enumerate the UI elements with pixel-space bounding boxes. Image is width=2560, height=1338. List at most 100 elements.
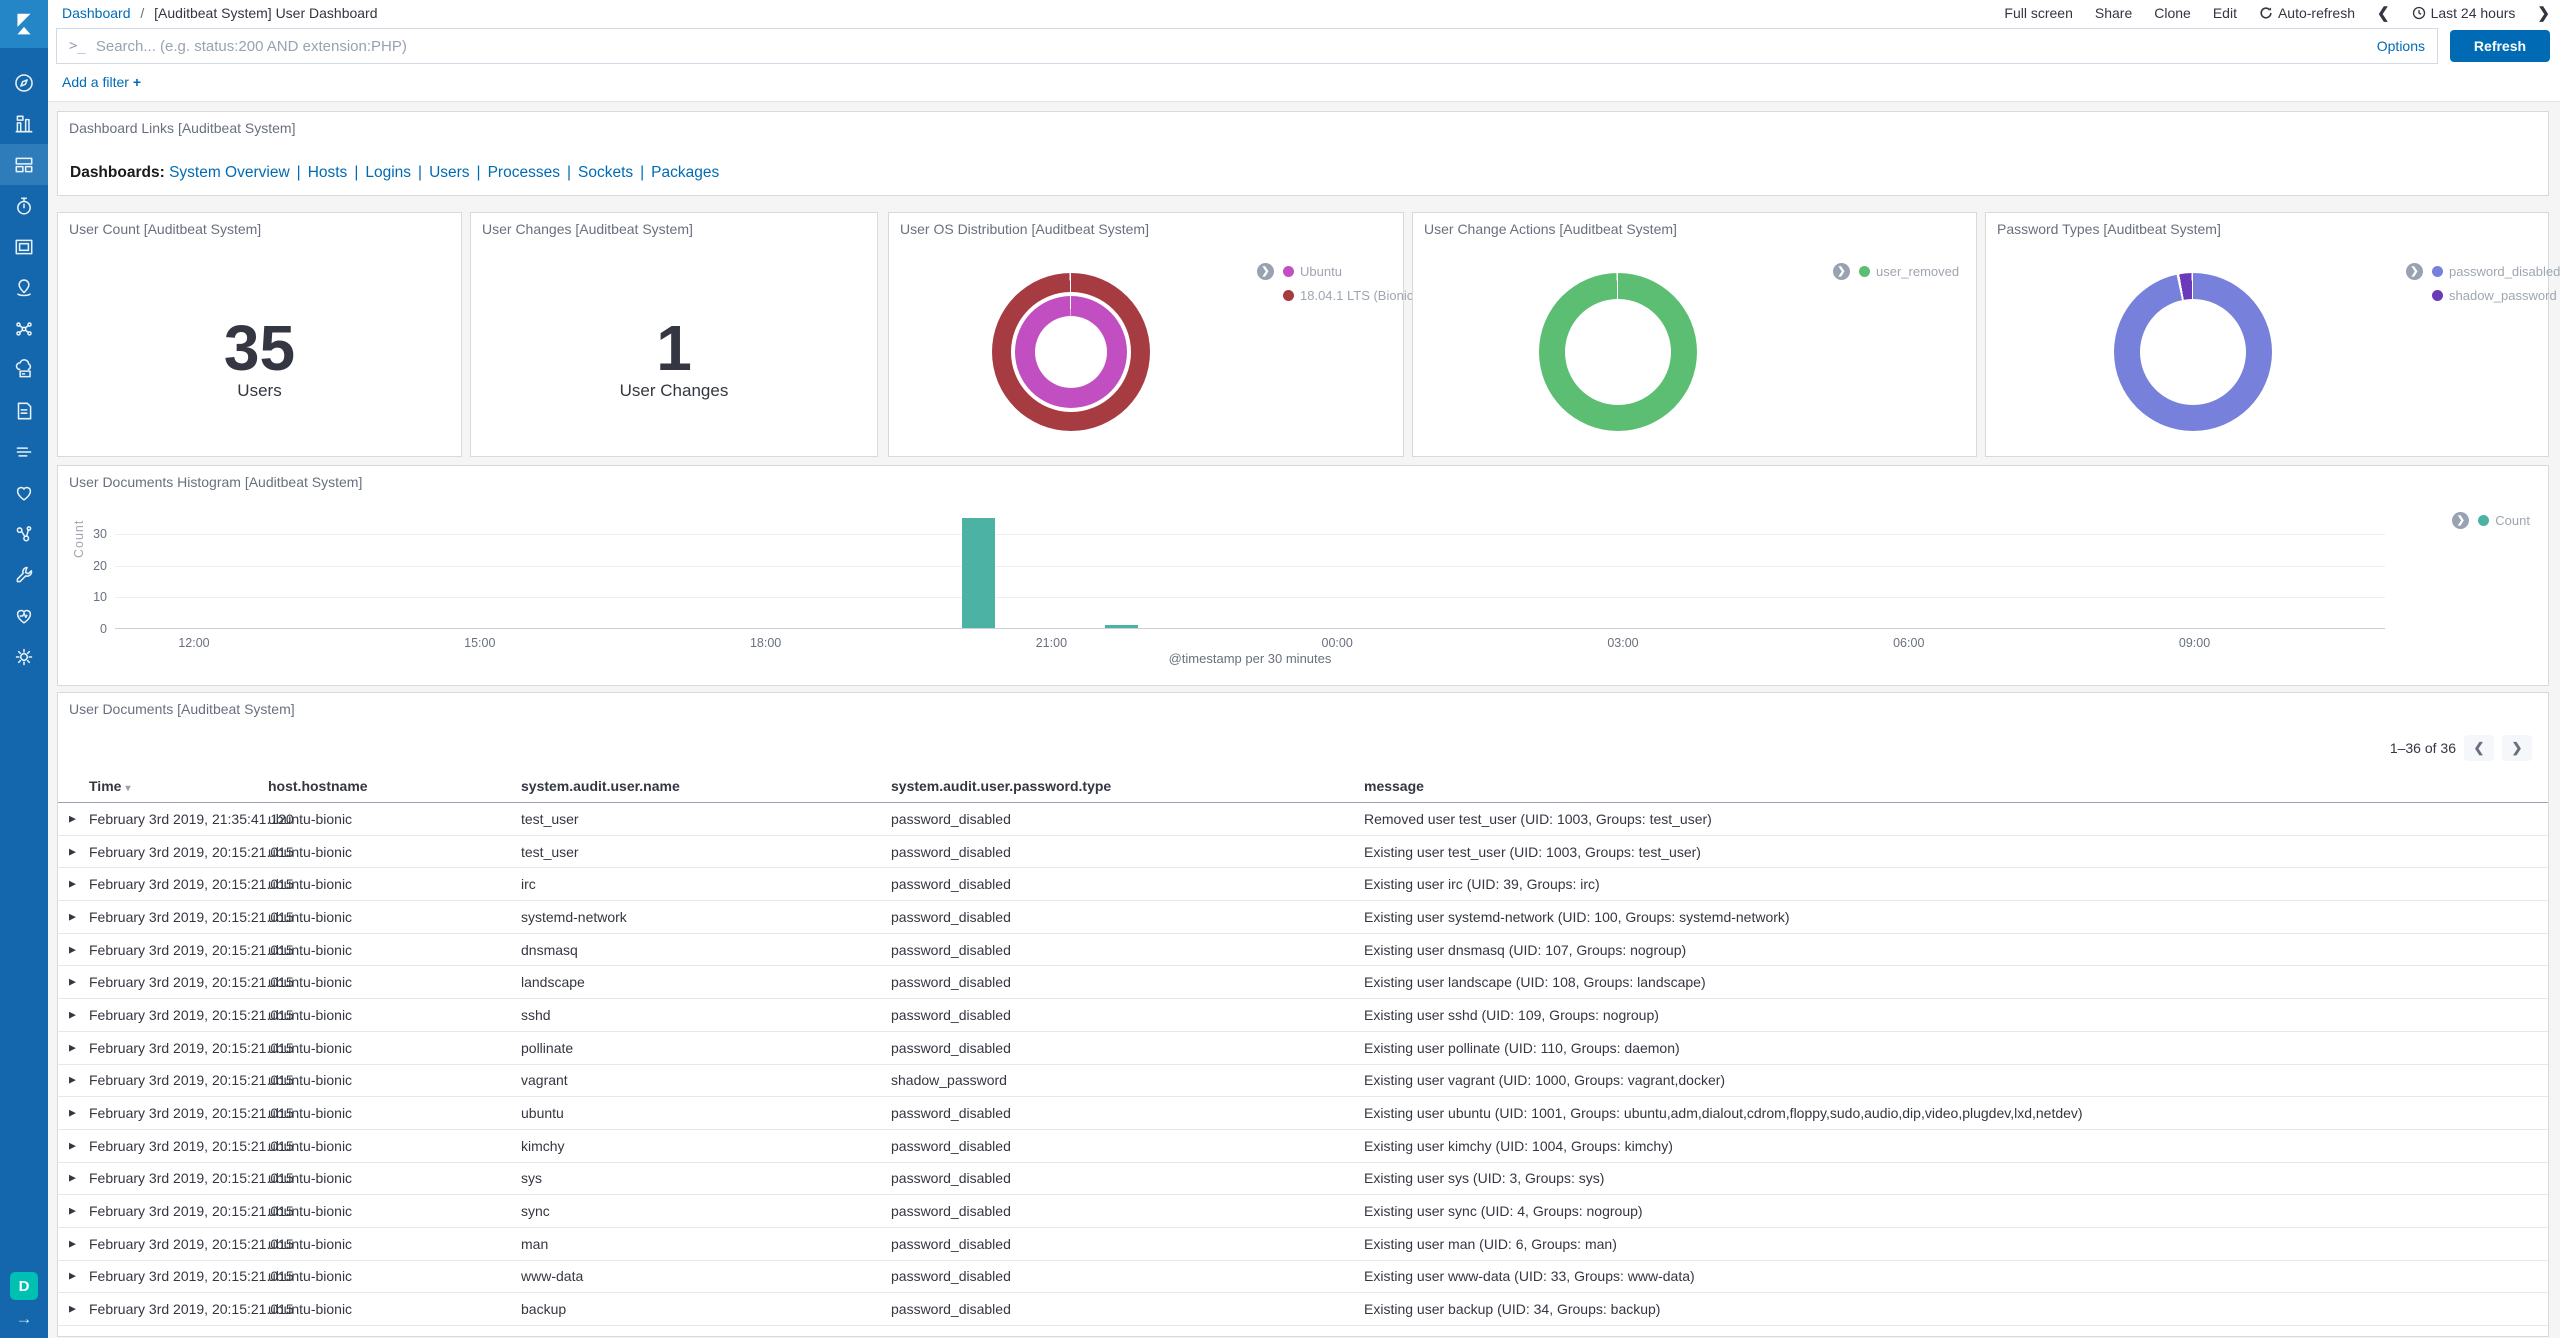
- sidebar-item-timelion[interactable]: [0, 185, 48, 226]
- expand-row-icon[interactable]: ▶: [69, 911, 76, 922]
- expand-row-icon[interactable]: ▶: [69, 977, 76, 988]
- sidebar-item-maps[interactable]: [0, 267, 48, 308]
- legend-toggle-icon[interactable]: ❯: [2452, 512, 2469, 529]
- expand-row-icon[interactable]: ▶: [69, 1238, 76, 1249]
- sidebar-item-visualize[interactable]: [0, 103, 48, 144]
- legend-item[interactable]: Count: [2478, 512, 2530, 529]
- expand-row-icon[interactable]: ▶: [69, 944, 76, 955]
- histogram-bar[interactable]: [1105, 625, 1138, 628]
- share-button[interactable]: Share: [2095, 5, 2132, 21]
- refresh-button[interactable]: Refresh: [2450, 30, 2550, 62]
- next-page-button[interactable]: ❯: [2502, 735, 2532, 761]
- column-header-time[interactable]: Time▾: [89, 778, 130, 794]
- table-row: ▶February 3rd 2019, 20:15:21.015ubuntu-b…: [58, 1261, 2548, 1294]
- cell-user: sync: [521, 1203, 550, 1219]
- expand-row-icon[interactable]: ▶: [69, 879, 76, 890]
- cell-host: ubuntu-bionic: [268, 876, 352, 892]
- table-row: ▶February 3rd 2019, 20:15:21.015ubuntu-b…: [58, 1097, 2548, 1130]
- search-input[interactable]: >_ Search... (e.g. status:200 AND extens…: [56, 28, 2438, 64]
- dashboard-link-logins[interactable]: Logins: [365, 164, 411, 181]
- cell-user: test_user: [521, 844, 579, 860]
- dashboard-link-hosts[interactable]: Hosts: [308, 164, 348, 181]
- sidebar-item-canvas[interactable]: [0, 226, 48, 267]
- edit-button[interactable]: Edit: [2213, 5, 2237, 21]
- expand-row-icon[interactable]: ▶: [69, 1271, 76, 1282]
- cell-user: systemd-resolve: [521, 1334, 623, 1337]
- user-changes-panel: User Changes [Auditbeat System] 1 User C…: [470, 212, 878, 457]
- sidebar-item-graph[interactable]: [0, 513, 48, 554]
- cell-user: irc: [521, 876, 536, 892]
- expand-row-icon[interactable]: ▶: [69, 1042, 76, 1053]
- collapse-nav-icon[interactable]: →: [0, 1304, 48, 1334]
- space-badge[interactable]: D: [10, 1272, 38, 1300]
- maps-icon: [13, 277, 35, 299]
- expand-row-icon[interactable]: ▶: [69, 1304, 76, 1315]
- refresh-icon: [2259, 6, 2273, 20]
- uptime-icon: [13, 482, 35, 504]
- legend-item[interactable]: user_removed: [1859, 263, 1959, 280]
- cell-user: dnsmasq: [521, 942, 578, 958]
- table-row: ▶February 3rd 2019, 21:35:41.120ubuntu-b…: [58, 803, 2548, 836]
- table-row: ▶February 3rd 2019, 20:15:21.015ubuntu-b…: [58, 868, 2548, 901]
- histogram-chart: 302010012:0015:0018:0021:0000:0003:0006:…: [115, 506, 2385, 629]
- cell-msg: Existing user landscape (UID: 108, Group…: [1364, 974, 1706, 990]
- sidebar-item-logs[interactable]: [0, 390, 48, 431]
- expand-row-icon[interactable]: ▶: [69, 813, 76, 824]
- options-link[interactable]: Options: [2377, 38, 2425, 54]
- sidebar-item-discover[interactable]: [0, 62, 48, 103]
- dashboard-link-system-overview[interactable]: System Overview: [169, 164, 290, 181]
- legend-item[interactable]: password_disabled: [2432, 263, 2560, 280]
- full-screen-button[interactable]: Full screen: [2004, 5, 2072, 21]
- cell-user: ubuntu: [521, 1105, 564, 1121]
- cell-pwd: password_disabled: [891, 1236, 1011, 1252]
- table-row: ▶February 3rd 2019, 20:15:21.015ubuntu-b…: [58, 1228, 2548, 1261]
- expand-row-icon[interactable]: ▶: [69, 1108, 76, 1119]
- machine-learning-icon: [13, 318, 35, 340]
- change-actions-donut[interactable]: [1539, 273, 1697, 431]
- cell-time: February 3rd 2019, 20:15:21.015: [89, 1268, 294, 1284]
- breadcrumb: Dashboard / [Auditbeat System] User Dash…: [62, 5, 378, 21]
- graph-icon: [13, 523, 35, 545]
- x-tick: 03:00: [1607, 636, 1638, 650]
- expand-row-icon[interactable]: ▶: [69, 1009, 76, 1020]
- legend-toggle-icon[interactable]: ❯: [1833, 263, 1850, 280]
- add-filter-link[interactable]: Add a filter +: [62, 74, 141, 90]
- panel-title: Password Types [Auditbeat System]: [1997, 221, 2221, 237]
- histogram-bar[interactable]: [962, 518, 995, 628]
- clone-button[interactable]: Clone: [2154, 5, 2191, 21]
- time-range-picker[interactable]: Last 24 hours: [2412, 5, 2516, 21]
- sidebar-item-uptime[interactable]: [0, 472, 48, 513]
- dashboard-link-sockets[interactable]: Sockets: [578, 164, 633, 181]
- legend-item[interactable]: shadow_password: [2432, 287, 2560, 304]
- dashboard-link-packages[interactable]: Packages: [651, 164, 719, 181]
- legend-toggle-icon[interactable]: ❯: [2406, 263, 2423, 280]
- cell-host: ubuntu-bionic: [268, 1105, 352, 1121]
- legend-toggle-icon[interactable]: ❯: [1257, 263, 1274, 280]
- sidebar-item-management[interactable]: [0, 636, 48, 677]
- dashboard-link-processes[interactable]: Processes: [488, 164, 560, 181]
- time-forward-button[interactable]: ❯: [2537, 4, 2550, 22]
- time-back-button[interactable]: ❮: [2377, 4, 2390, 22]
- expand-row-icon[interactable]: ▶: [69, 846, 76, 857]
- expand-row-icon[interactable]: ▶: [69, 1206, 76, 1217]
- expand-row-icon[interactable]: ▶: [69, 1140, 76, 1151]
- expand-row-icon[interactable]: ▶: [69, 1075, 76, 1086]
- kibana-logo[interactable]: [0, 0, 48, 48]
- sidebar-item-infrastructure[interactable]: [0, 349, 48, 390]
- breadcrumb-dashboard-link[interactable]: Dashboard: [62, 5, 131, 21]
- cell-user: sys: [521, 1170, 542, 1186]
- sidebar-item-machine-learning[interactable]: [0, 308, 48, 349]
- expand-row-icon[interactable]: ▶: [69, 1173, 76, 1184]
- x-tick: 15:00: [464, 636, 495, 650]
- prev-page-button[interactable]: ❮: [2464, 735, 2494, 761]
- change-actions-panel: User Change Actions [Auditbeat System] ❯…: [1412, 212, 1977, 457]
- os-distribution-donut[interactable]: [992, 273, 1150, 431]
- sidebar-item-dashboard[interactable]: [0, 144, 48, 185]
- dashboard-link-users[interactable]: Users: [429, 164, 469, 181]
- sidebar-item-dev-tools[interactable]: [0, 554, 48, 595]
- sidebar-item-monitoring[interactable]: [0, 595, 48, 636]
- sidebar-item-apm[interactable]: [0, 431, 48, 472]
- password-types-donut[interactable]: [2114, 273, 2272, 431]
- auto-refresh-button[interactable]: Auto-refresh: [2259, 5, 2355, 21]
- expand-row-icon[interactable]: ▶: [69, 1336, 76, 1337]
